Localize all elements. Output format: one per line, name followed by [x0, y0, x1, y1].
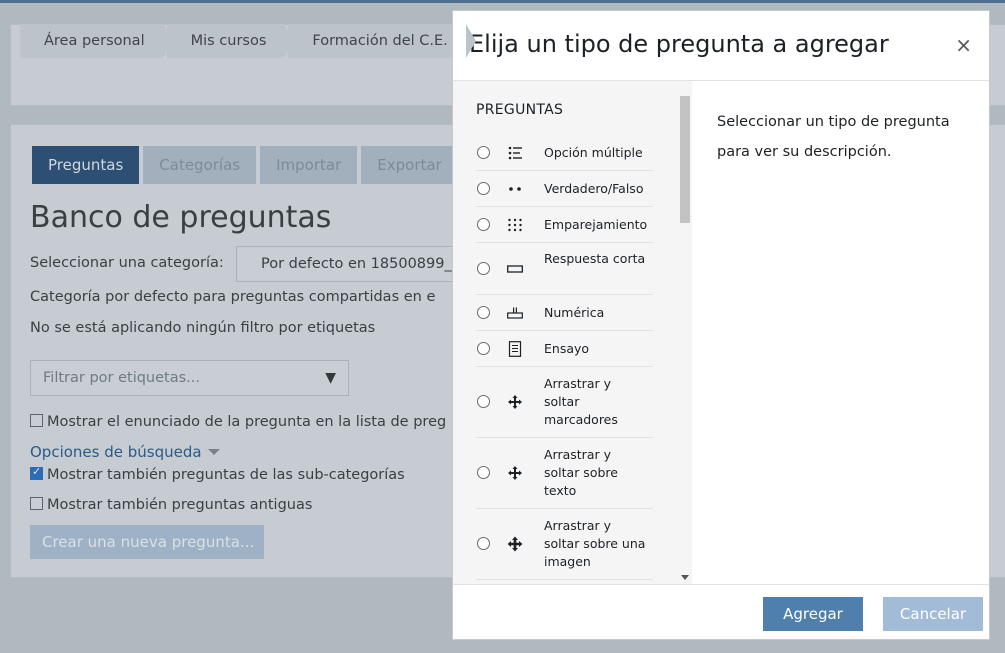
question-type-radio[interactable]	[477, 306, 490, 319]
question-type-label: Arrastrar y soltar marcadores	[544, 376, 618, 427]
question-type-label: Opción múltiple	[544, 145, 643, 160]
triangle-down-icon	[207, 449, 220, 455]
select-category-label: Seleccionar una categoría:	[30, 255, 224, 271]
default-category-text: Categoría por defecto para preguntas com…	[30, 289, 436, 305]
page-title: Banco de preguntas	[30, 200, 332, 235]
essay-icon	[507, 341, 523, 357]
question-section-title: PREGUNTAS	[476, 102, 564, 118]
show-old-option: Mostrar también preguntas antiguas	[30, 497, 312, 513]
ddwtos-icon	[507, 465, 523, 481]
list-item[interactable]: Ensayo	[476, 331, 653, 367]
show-subcategories-checkbox[interactable]	[30, 465, 43, 480]
tab-categorias[interactable]: Categorías	[143, 146, 257, 184]
search-options-toggle[interactable]: Opciones de búsqueda	[30, 443, 220, 461]
dialog-footer: Agregar Cancelar	[453, 584, 989, 640]
scrollbar-thumb[interactable]	[680, 96, 690, 223]
dialog-title: Elija un tipo de pregunta a agregar	[469, 30, 889, 58]
list-item[interactable]: Respuesta corta	[476, 243, 653, 295]
question-type-label: Verdadero/Falso	[544, 181, 644, 196]
question-type-label: Emparejamiento	[544, 217, 648, 232]
ddimageortext-icon	[507, 536, 523, 552]
question-type-label: Respuesta corta	[544, 251, 646, 266]
tab-importar[interactable]: Importar	[260, 146, 358, 184]
list-item[interactable]: Arrastrar y soltar sobre texto	[476, 438, 653, 509]
show-old-label: Mostrar también preguntas antiguas	[47, 497, 313, 513]
show-statement-option: Mostrar el enunciado de la pregunta en l…	[30, 414, 446, 430]
breadcrumb-item-mis-cursos[interactable]: Mis cursos	[166, 24, 295, 58]
list-item[interactable]: Numérica	[476, 295, 653, 331]
show-statement-label: Mostrar el enunciado de la pregunta en l…	[47, 414, 447, 430]
question-type-radio[interactable]	[477, 218, 490, 231]
tag-filter-placeholder: Filtrar por etiquetas...	[43, 370, 200, 386]
show-old-checkbox[interactable]	[30, 497, 43, 510]
tab-exportar[interactable]: Exportar	[361, 146, 458, 184]
ddmarker-icon	[507, 394, 523, 410]
multichoice-icon	[507, 145, 523, 161]
tag-filter-dropdown[interactable]: Filtrar por etiquetas... ▼	[30, 360, 349, 396]
question-type-label: Numérica	[544, 305, 605, 320]
close-icon[interactable]: ×	[955, 33, 972, 57]
question-type-radio[interactable]	[477, 182, 490, 195]
category-select[interactable]: Por defecto en 18500899_	[236, 246, 466, 282]
question-type-label: Arrastrar y soltar sobre texto	[544, 447, 618, 498]
question-type-label: Arrastrar y soltar sobre una imagen	[544, 518, 646, 569]
create-new-question-button[interactable]: Crear una nueva pregunta...	[30, 525, 264, 559]
breadcrumb: Área personal Mis cursos Formación del C…	[20, 24, 477, 58]
shortanswer-icon	[507, 261, 523, 277]
list-item[interactable]: Arrastrar y soltar sobre una imagen	[476, 509, 653, 580]
question-bank-tabs: Preguntas Categorías Importar Exportar	[32, 146, 462, 184]
breadcrumb-item-area-personal[interactable]: Área personal	[20, 24, 173, 58]
numerical-icon	[507, 305, 523, 321]
question-type-radio[interactable]	[477, 537, 490, 550]
cancel-button[interactable]: Cancelar	[883, 597, 983, 631]
question-type-radio[interactable]	[477, 146, 490, 159]
question-type-radio[interactable]	[477, 262, 490, 275]
match-icon	[507, 217, 523, 233]
question-type-list: PREGUNTAS Opción múltiple Verdadero/Fals…	[453, 81, 692, 584]
dialog-header: Elija un tipo de pregunta a agregar ×	[453, 11, 989, 81]
question-type-radio[interactable]	[477, 395, 490, 408]
list-item[interactable]: Opción múltiple	[476, 135, 653, 171]
question-list-scrollbar[interactable]	[678, 81, 692, 584]
list-item[interactable]: Emparejamiento	[476, 207, 653, 243]
list-item[interactable]: Arrastrar y soltar marcadores	[476, 367, 653, 438]
question-type-radio[interactable]	[477, 342, 490, 355]
no-tag-filter-text: No se está aplicando ningún filtro por e…	[30, 320, 376, 336]
breadcrumb-item-course[interactable]: Formación del C.E.	[288, 24, 477, 58]
show-subcategories-option: Mostrar también preguntas de las sub-cat…	[30, 465, 405, 483]
show-subcategories-label: Mostrar también preguntas de las sub-cat…	[47, 467, 405, 483]
list-item[interactable]: Verdadero/Falso	[476, 171, 653, 207]
show-statement-checkbox[interactable]	[30, 414, 43, 427]
choose-question-type-dialog: Elija un tipo de pregunta a agregar × PR…	[452, 10, 990, 640]
add-button[interactable]: Agregar	[763, 597, 863, 631]
question-type-description: Seleccionar un tipo de pregunta para ver…	[717, 114, 950, 160]
question-type-label: Ensayo	[544, 341, 590, 356]
caret-down-icon: ▼	[325, 370, 336, 386]
truefalse-icon	[507, 181, 523, 197]
question-type-radio[interactable]	[477, 466, 490, 479]
scroll-down-arrow-icon[interactable]	[681, 575, 689, 580]
tab-preguntas[interactable]: Preguntas	[32, 146, 140, 184]
search-options-label: Opciones de búsqueda	[30, 443, 202, 461]
top-accent-line	[0, 0, 1005, 3]
